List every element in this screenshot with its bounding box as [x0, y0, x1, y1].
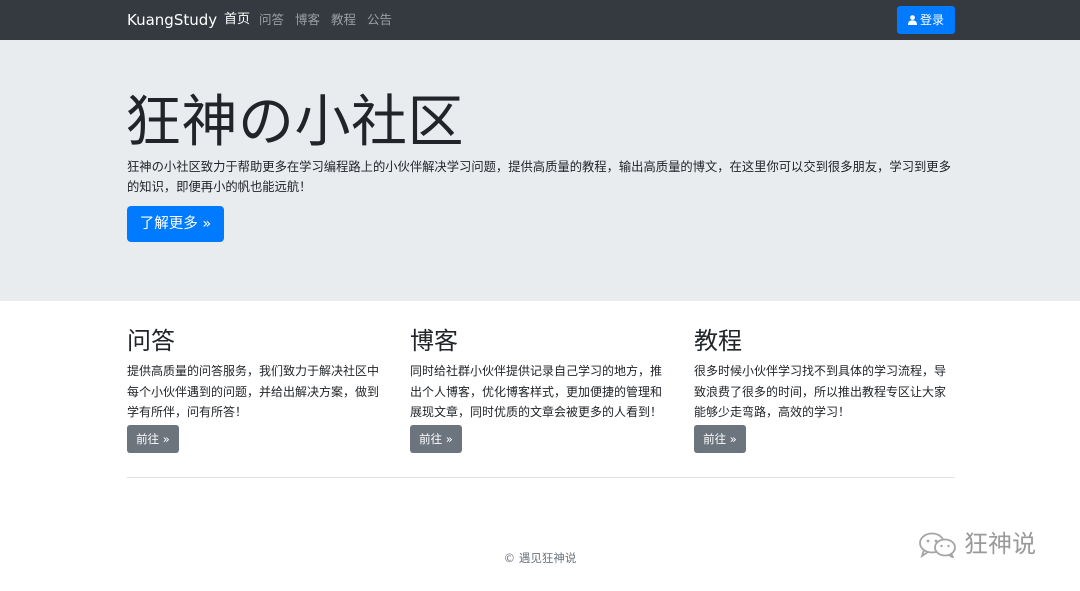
feature-column-tutorial: 教程 很多时候小伙伴学习找不到具体的学习流程，导致浪费了很多的时间，所以推出教程…: [694, 325, 956, 453]
watermark-text: 狂神说: [964, 530, 1036, 558]
learn-more-button[interactable]: 了解更多 »: [127, 206, 224, 242]
feature-text: 提供高质量的问答服务，我们致力于解决社区中每个小伙伴遇到的问题，并给出解决方案，…: [127, 364, 380, 419]
feature-text: 同时给社群小伙伴提供记录自己学习的地方，推出个人博客，优化博客样式，更加便捷的管…: [410, 364, 663, 419]
feature-title: 博客: [410, 327, 458, 355]
feature-title: 问答: [127, 327, 175, 355]
login-button[interactable]: 登录: [897, 6, 955, 34]
navbar: KuangStudy 首页 问答 博客 教程 公告 登录: [0, 0, 1080, 40]
feature-column-qa: 问答 提供高质量的问答服务，我们致力于解决社区中每个小伙伴遇到的问题，并给出解决…: [127, 325, 389, 453]
nav-link-home[interactable]: 首页: [224, 11, 250, 28]
intro-text: 狂神の小社区致力于帮助更多在学习编程路上的小伙伴解决学习问题，提供高质量的教程，…: [127, 160, 951, 194]
nav-link-blog[interactable]: 博客: [295, 11, 320, 28]
feature-title: 教程: [694, 327, 742, 355]
feature-text: 很多时候小伙伴学习找不到具体的学习流程，导致浪费了很多的时间，所以推出教程专区让…: [694, 364, 947, 419]
go-qa-button[interactable]: 前往 »: [127, 425, 179, 453]
divider: [127, 477, 955, 478]
login-label: 登录: [919, 13, 944, 27]
nav-link-qa[interactable]: 问答: [259, 11, 284, 28]
nav-link-tutorial[interactable]: 教程: [331, 11, 356, 28]
jumbotron: 狂神の小社区 狂神の小社区致力于帮助更多在学习编程路上的小伙伴解决学习问题，提供…: [0, 40, 1080, 301]
wechat-icon: [919, 532, 956, 558]
nav-link-notice[interactable]: 公告: [367, 11, 392, 28]
go-tutorial-button[interactable]: 前往 »: [694, 425, 746, 453]
user-icon: [907, 15, 917, 25]
feature-column-blog: 博客 同时给社群小伙伴提供记录自己学习的地方，推出个人博客，优化博客样式，更加便…: [410, 325, 672, 453]
page-title: 狂神の小社区: [125, 90, 464, 155]
brand-logo[interactable]: KuangStudy: [127, 11, 217, 29]
go-blog-button[interactable]: 前往 »: [410, 425, 462, 453]
